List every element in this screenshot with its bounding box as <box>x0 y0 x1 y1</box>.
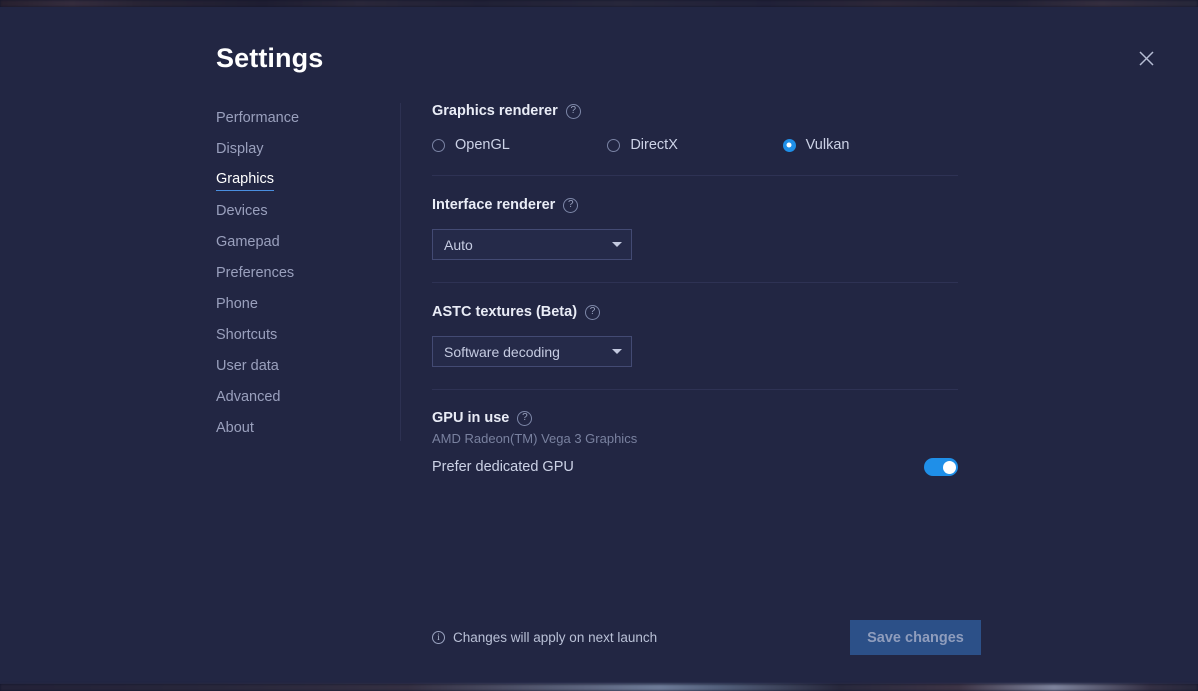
radio-indicator-selected <box>782 138 796 152</box>
divider <box>432 389 958 390</box>
chevron-down-icon <box>612 242 622 247</box>
graphics-renderer-heading: Graphics renderer ? <box>432 103 958 119</box>
page-title: Settings <box>216 43 324 73</box>
sidebar-item-performance[interactable]: Performance <box>216 103 382 134</box>
select-value: Software decoding <box>444 343 560 360</box>
radio-label: OpenGL <box>455 137 510 153</box>
select-value: Auto <box>444 236 473 253</box>
sidebar-item-label: User data <box>216 358 279 374</box>
astc-textures-heading: ASTC textures (Beta) ? <box>432 304 958 320</box>
radio-indicator <box>432 138 445 152</box>
sidebar-item-label: Devices <box>216 203 268 219</box>
sidebar-item-advanced[interactable]: Advanced <box>216 382 382 413</box>
graphics-renderer-radio-group: OpenGL DirectX Vulkan <box>432 137 958 153</box>
radio-option-directx[interactable]: DirectX <box>607 137 782 153</box>
sidebar-item-label: Performance <box>216 110 300 126</box>
sidebar-item-label: Shortcuts <box>216 327 278 343</box>
sidebar-item-display[interactable]: Display <box>216 134 382 165</box>
save-changes-button[interactable]: Save changes <box>850 620 981 655</box>
sidebar-item-label: Phone <box>216 296 258 312</box>
section-label: Interface renderer <box>432 197 556 213</box>
prefer-dedicated-gpu-label: Prefer dedicated GPU <box>432 459 574 475</box>
divider <box>432 175 958 176</box>
section-label: Graphics renderer <box>432 103 558 119</box>
sidebar-item-label: Preferences <box>216 265 295 281</box>
section-label: GPU in use <box>432 410 510 426</box>
help-circle-icon[interactable]: ? <box>517 410 533 426</box>
sidebar-divider <box>400 103 401 441</box>
dialog-footer: i Changes will apply on next launch Save… <box>432 620 981 655</box>
help-circle-icon[interactable]: ? <box>565 103 581 119</box>
sidebar-item-devices[interactable]: Devices <box>216 196 382 227</box>
gpu-device-name: AMD Radeon(TM) Vega 3 Graphics <box>432 431 638 446</box>
settings-sidebar: Performance Display Graphics Devices Gam… <box>216 103 382 444</box>
desktop-background-strip-bottom <box>0 684 1198 691</box>
graphics-settings-panel: Graphics renderer ? OpenGL DirectX Vulka… <box>432 103 958 476</box>
radio-label: Vulkan <box>805 137 850 153</box>
sidebar-item-user-data[interactable]: User data <box>216 351 382 382</box>
apply-on-launch-note: i Changes will apply on next launch <box>432 630 657 645</box>
sidebar-item-phone[interactable]: Phone <box>216 289 382 320</box>
gpu-in-use-heading: GPU in use ? <box>432 410 958 426</box>
sidebar-item-preferences[interactable]: Preferences <box>216 258 382 289</box>
chevron-down-icon <box>612 349 622 354</box>
sidebar-item-about[interactable]: About <box>216 413 382 444</box>
note-text: Changes will apply on next launch <box>453 630 658 645</box>
help-circle-icon[interactable]: ? <box>585 304 601 320</box>
interface-renderer-select[interactable]: Auto <box>432 229 632 260</box>
sidebar-item-graphics[interactable]: Graphics <box>216 165 382 196</box>
prefer-dedicated-gpu-row: Prefer dedicated GPU <box>432 458 958 476</box>
help-circle-icon[interactable]: ? <box>563 197 579 213</box>
sidebar-item-label: Gamepad <box>216 234 280 250</box>
sidebar-item-label: About <box>216 420 254 436</box>
radio-option-vulkan[interactable]: Vulkan <box>782 137 958 153</box>
sidebar-item-label: Graphics <box>216 171 275 191</box>
interface-renderer-heading: Interface renderer ? <box>432 197 958 213</box>
astc-textures-select[interactable]: Software decoding <box>432 336 632 367</box>
toggle-knob <box>942 460 956 474</box>
radio-indicator <box>607 138 621 152</box>
prefer-dedicated-gpu-toggle[interactable] <box>924 458 958 476</box>
sidebar-item-label: Display <box>216 141 264 157</box>
desktop-background-strip-top <box>0 0 1198 7</box>
sidebar-item-gamepad[interactable]: Gamepad <box>216 227 382 258</box>
info-circle-icon: i <box>432 631 445 644</box>
close-icon[interactable] <box>1132 44 1160 72</box>
sidebar-item-shortcuts[interactable]: Shortcuts <box>216 320 382 351</box>
radio-option-opengl[interactable]: OpenGL <box>432 137 607 153</box>
divider <box>432 282 958 283</box>
section-label: ASTC textures (Beta) <box>432 304 578 320</box>
sidebar-item-label: Advanced <box>216 389 281 405</box>
radio-label: DirectX <box>630 137 678 153</box>
settings-dialog: Settings Performance Display Graphics De… <box>0 7 1198 684</box>
